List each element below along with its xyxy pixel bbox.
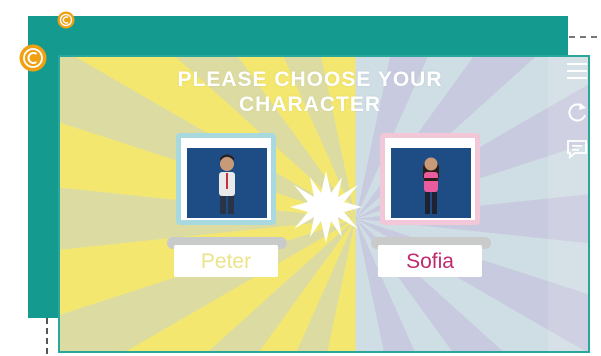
menu-icon[interactable] (566, 61, 588, 81)
restart-icon[interactable] (567, 102, 589, 122)
name-label-peter[interactable]: Peter (174, 245, 278, 277)
starburst-icon (290, 171, 362, 243)
peter-avatar (187, 148, 267, 218)
coin-icon[interactable] (19, 44, 47, 72)
dashed-guide-line-left (46, 318, 48, 354)
dashed-guide-line-top (569, 36, 597, 38)
character-card-peter[interactable] (176, 133, 276, 225)
sofia-figure (423, 157, 439, 214)
character-card-sofia[interactable] (380, 133, 480, 225)
character-select-screen: PLEASE CHOOSE YOUR CHARACTER Peter Sofia (58, 55, 590, 353)
chat-icon[interactable] (566, 139, 588, 159)
coin-icon[interactable] (57, 11, 75, 29)
peter-figure (219, 154, 235, 214)
sofia-avatar (391, 148, 471, 218)
page-title: PLEASE CHOOSE YOUR CHARACTER (177, 68, 443, 116)
name-label-sofia[interactable]: Sofia (378, 245, 482, 277)
